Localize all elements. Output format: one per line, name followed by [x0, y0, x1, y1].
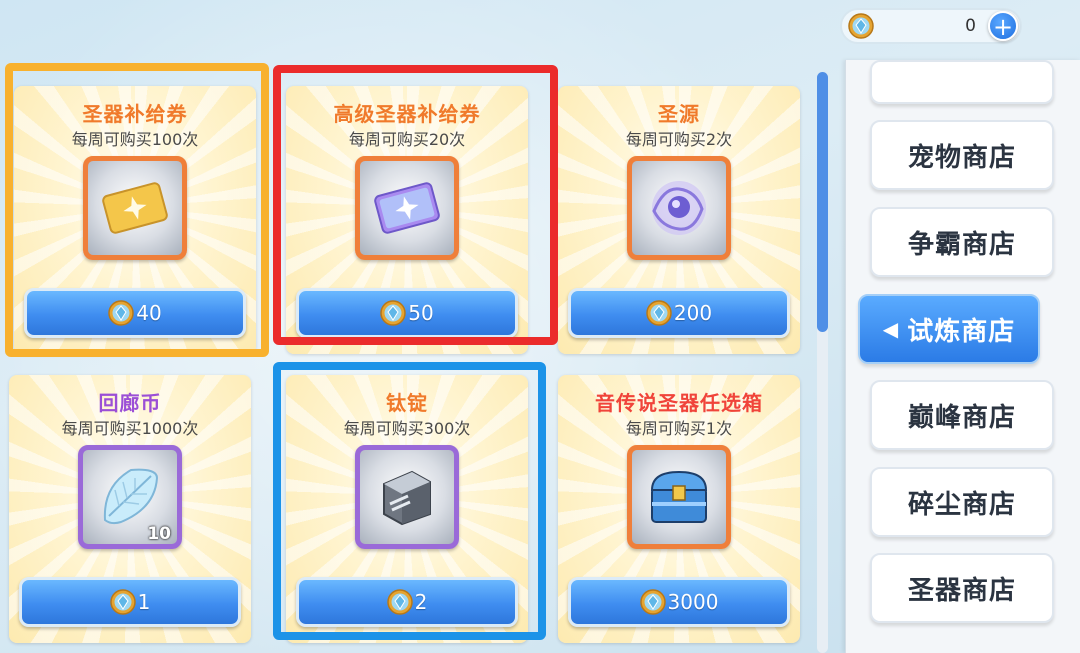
buy-button[interactable]: 1: [19, 577, 241, 627]
nav-item-label: 巅峰商店: [907, 402, 1016, 433]
shop-item-card[interactable]: 圣源 每周可购买2次 200: [558, 86, 800, 354]
purchase-limit: 每周可购买1次: [625, 419, 733, 438]
crystal-coin-icon: [109, 589, 136, 615]
currency-bar: 0 +: [840, 8, 1022, 44]
currency-amount: 0: [965, 16, 976, 36]
nav-item-label: 圣器商店: [907, 575, 1016, 606]
nav-item-label: 争霸商店: [907, 229, 1016, 260]
add-currency-button[interactable]: +: [988, 11, 1018, 41]
buy-button[interactable]: 3000: [568, 577, 790, 627]
buy-button[interactable]: 50: [296, 288, 518, 338]
crystal-coin-icon: [646, 300, 672, 326]
item-list-scrollbar[interactable]: [817, 72, 828, 653]
shop-item-card[interactable]: 高级圣器补给券 每周可购买20次 50: [286, 86, 528, 354]
gold-ticket-icon: [102, 182, 168, 234]
purchase-limit: 每周可购买20次: [348, 130, 466, 149]
shop-item-card[interactable]: 圣器补给券 每周可购买100次 40: [14, 86, 256, 354]
nav-item-relic-shop[interactable]: 圣器商店: [870, 553, 1054, 623]
nav-item-trial-shop[interactable]: ◀ 试炼商店: [858, 294, 1040, 364]
item-price: 50: [408, 301, 434, 325]
item-slot: [355, 445, 459, 549]
crystal-coin-icon: [386, 589, 413, 615]
titanium-ingot-icon: [383, 470, 431, 526]
item-price: 2: [414, 590, 428, 614]
item-name: 音传说圣器任选箱: [595, 391, 763, 415]
active-arrow-icon: ◀: [882, 317, 900, 341]
buy-button[interactable]: 40: [24, 288, 246, 338]
item-name: 钛锭: [386, 391, 428, 415]
item-price: 40: [136, 301, 162, 325]
item-slot: [355, 156, 459, 260]
purchase-limit: 每周可购买100次: [71, 130, 199, 149]
nav-item-label: 试炼商店: [907, 316, 1016, 347]
nav-item-dust-shop[interactable]: 碎尘商店: [870, 467, 1054, 537]
item-slot: [627, 445, 731, 549]
item-price: 3000: [667, 590, 719, 614]
purchase-limit: 每周可购买1000次: [61, 419, 199, 438]
buy-button[interactable]: 2: [296, 577, 518, 627]
item-price: 200: [673, 301, 713, 325]
item-quantity: 10: [147, 524, 171, 544]
crystal-coin-icon: [108, 300, 135, 326]
nav-item-pet-shop[interactable]: 宠物商店: [870, 120, 1054, 190]
item-name: 回廊币: [98, 391, 162, 415]
nav-item-peak-shop[interactable]: 巅峰商店: [870, 380, 1054, 450]
shop-item-card[interactable]: 钛锭 每周可购买300次 2: [286, 375, 528, 643]
buy-button[interactable]: 200: [568, 288, 790, 338]
item-slot: [83, 156, 187, 260]
crystal-coin-icon: [380, 300, 407, 326]
shop-item-card[interactable]: 回廊币 每周可购买1000次 10 1: [9, 375, 251, 643]
crystal-coin-icon: [848, 13, 874, 39]
scrollbar-thumb[interactable]: [817, 72, 828, 332]
crystal-coin-icon: [639, 589, 666, 615]
item-price: 1: [137, 590, 151, 614]
shop-item-card[interactable]: 音传说圣器任选箱 每周可购买1次 3000: [558, 375, 800, 643]
nav-item-label: 宠物商店: [907, 142, 1016, 173]
item-name: 高级圣器补给券: [333, 102, 481, 126]
holy-source-orb-icon: [652, 181, 706, 235]
item-name: 圣器补给券: [82, 102, 188, 126]
nav-item-contest-shop[interactable]: 争霸商店: [870, 207, 1054, 277]
nav-item-label: 碎尘商店: [907, 489, 1016, 520]
nav-item-partial[interactable]: [870, 60, 1054, 104]
item-slot: 10: [78, 445, 182, 549]
purchase-limit: 每周可购买300次: [343, 419, 471, 438]
purple-ticket-icon: [374, 182, 440, 234]
item-slot: [627, 156, 731, 260]
item-name: 圣源: [658, 102, 700, 126]
legendary-chest-icon: [650, 470, 708, 523]
purchase-limit: 每周可购买2次: [625, 130, 733, 149]
